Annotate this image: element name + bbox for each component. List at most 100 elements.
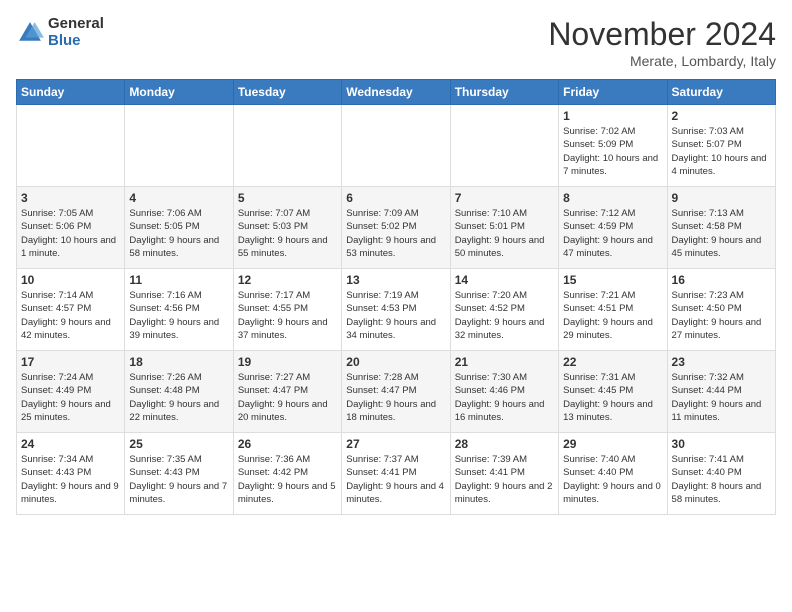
day-info: Sunrise: 7:35 AM Sunset: 4:43 PM Dayligh… — [129, 453, 228, 506]
day-info: Sunrise: 7:32 AM Sunset: 4:44 PM Dayligh… — [672, 371, 771, 424]
day-info: Sunrise: 7:13 AM Sunset: 4:58 PM Dayligh… — [672, 207, 771, 260]
page: General Blue November 2024 Merate, Lomba… — [0, 0, 792, 523]
calendar-cell: 15Sunrise: 7:21 AM Sunset: 4:51 PM Dayli… — [559, 269, 667, 351]
col-saturday: Saturday — [667, 80, 775, 105]
day-info: Sunrise: 7:17 AM Sunset: 4:55 PM Dayligh… — [238, 289, 337, 342]
calendar-cell: 22 Sunrise: 7:31 AM Sunset: 4:45 PM Dayli… — [559, 351, 667, 433]
day-info: Sunrise: 7:40 AM Sunset: 4:40 PM Dayligh… — [563, 453, 662, 506]
day-info: Sunrise: 7:09 AM Sunset: 5:02 PM Dayligh… — [346, 207, 445, 260]
calendar-cell — [342, 105, 450, 187]
day-info: Sunrise: 7:03 AM Sunset: 5:07 PM Dayligh… — [672, 125, 771, 178]
calendar-cell: 26 Sunrise: 7:36 AM Sunset: 4:42 PM Dayli… — [233, 433, 341, 515]
logo-text: General Blue — [48, 16, 104, 49]
calendar-table: Sunday Monday Tuesday Wednesday Thursday… — [16, 79, 776, 515]
calendar-cell — [17, 105, 125, 187]
calendar-cell: 1 Sunrise: 7:02 AM Sunset: 5:09 PM Daylig… — [559, 105, 667, 187]
day-number: 29 — [563, 437, 662, 451]
calendar-cell: 19Sunrise: 7:27 AM Sunset: 4:47 PM Dayli… — [233, 351, 341, 433]
day-number: 15 — [563, 273, 662, 287]
calendar-cell: 28Sunrise: 7:39 AM Sunset: 4:41 PM Dayli… — [450, 433, 558, 515]
calendar-cell: 17 Sunrise: 7:24 AM Sunset: 4:49 PM Dayli… — [17, 351, 125, 433]
day-info: Sunrise: 7:31 AM Sunset: 4:45 PM Dayligh… — [563, 371, 662, 424]
calendar-cell — [125, 105, 233, 187]
calendar-cell: 14Sunrise: 7:20 AM Sunset: 4:52 PM Dayli… — [450, 269, 558, 351]
calendar-cell: 5 Sunrise: 7:07 AM Sunset: 5:03 PM Daylig… — [233, 187, 341, 269]
day-info: Sunrise: 7:28 AM Sunset: 4:47 PM Dayligh… — [346, 371, 445, 424]
calendar-cell: 7 Sunrise: 7:10 AM Sunset: 5:01 PM Daylig… — [450, 187, 558, 269]
calendar-cell: 10Sunrise: 7:14 AM Sunset: 4:57 PM Dayli… — [17, 269, 125, 351]
day-number: 5 — [238, 191, 337, 205]
header: General Blue November 2024 Merate, Lomba… — [16, 16, 776, 69]
day-number: 28 — [455, 437, 554, 451]
calendar-cell: 6 Sunrise: 7:09 AM Sunset: 5:02 PM Daylig… — [342, 187, 450, 269]
day-number: 10 — [21, 273, 120, 287]
col-wednesday: Wednesday — [342, 80, 450, 105]
calendar-cell: 13 Sunrise: 7:19 AM Sunset: 4:53 PM Dayli… — [342, 269, 450, 351]
logo-icon — [16, 19, 44, 47]
calendar-cell: 30Sunrise: 7:41 AM Sunset: 4:40 PM Dayli… — [667, 433, 775, 515]
calendar-cell: 9 Sunrise: 7:13 AM Sunset: 4:58 PM Daylig… — [667, 187, 775, 269]
day-number: 8 — [563, 191, 662, 205]
day-number: 30 — [672, 437, 771, 451]
col-monday: Monday — [125, 80, 233, 105]
col-friday: Friday — [559, 80, 667, 105]
calendar-cell: 12Sunrise: 7:17 AM Sunset: 4:55 PM Dayli… — [233, 269, 341, 351]
calendar-cell — [233, 105, 341, 187]
day-number: 13 — [346, 273, 445, 287]
calendar-cell: 8 Sunrise: 7:12 AM Sunset: 4:59 PM Daylig… — [559, 187, 667, 269]
day-info: Sunrise: 7:23 AM Sunset: 4:50 PM Dayligh… — [672, 289, 771, 342]
calendar-cell: 24Sunrise: 7:34 AM Sunset: 4:43 PM Dayli… — [17, 433, 125, 515]
logo: General Blue — [16, 16, 104, 49]
day-number: 17 — [21, 355, 120, 369]
day-info: Sunrise: 7:20 AM Sunset: 4:52 PM Dayligh… — [455, 289, 554, 342]
col-thursday: Thursday — [450, 80, 558, 105]
day-info: Sunrise: 7:30 AM Sunset: 4:46 PM Dayligh… — [455, 371, 554, 424]
calendar-week-4: 17 Sunrise: 7:24 AM Sunset: 4:49 PM Dayli… — [17, 351, 776, 433]
day-info: Sunrise: 7:24 AM Sunset: 4:49 PM Dayligh… — [21, 371, 120, 424]
day-number: 2 — [672, 109, 771, 123]
day-info: Sunrise: 7:26 AM Sunset: 4:48 PM Dayligh… — [129, 371, 228, 424]
col-sunday: Sunday — [17, 80, 125, 105]
day-info: Sunrise: 7:06 AM Sunset: 5:05 PM Dayligh… — [129, 207, 228, 260]
calendar-cell — [450, 105, 558, 187]
calendar-cell: 25 Sunrise: 7:35 AM Sunset: 4:43 PM Dayli… — [125, 433, 233, 515]
day-info: Sunrise: 7:05 AM Sunset: 5:06 PM Dayligh… — [21, 207, 120, 260]
calendar-cell: 23 Sunrise: 7:32 AM Sunset: 4:44 PM Dayli… — [667, 351, 775, 433]
calendar-week-1: 1 Sunrise: 7:02 AM Sunset: 5:09 PM Daylig… — [17, 105, 776, 187]
col-tuesday: Tuesday — [233, 80, 341, 105]
calendar-cell: 3 Sunrise: 7:05 AM Sunset: 5:06 PM Daylig… — [17, 187, 125, 269]
calendar-cell: 4 Sunrise: 7:06 AM Sunset: 5:05 PM Daylig… — [125, 187, 233, 269]
day-info: Sunrise: 7:02 AM Sunset: 5:09 PM Dayligh… — [563, 125, 662, 178]
day-number: 25 — [129, 437, 228, 451]
day-info: Sunrise: 7:27 AM Sunset: 4:47 PM Dayligh… — [238, 371, 337, 424]
day-number: 3 — [21, 191, 120, 205]
logo-blue-text: Blue — [48, 33, 104, 50]
logo-general-text: General — [48, 16, 104, 33]
day-number: 1 — [563, 109, 662, 123]
calendar-week-3: 10Sunrise: 7:14 AM Sunset: 4:57 PM Dayli… — [17, 269, 776, 351]
day-number: 16 — [672, 273, 771, 287]
day-info: Sunrise: 7:34 AM Sunset: 4:43 PM Dayligh… — [21, 453, 120, 506]
day-info: Sunrise: 7:16 AM Sunset: 4:56 PM Dayligh… — [129, 289, 228, 342]
day-info: Sunrise: 7:37 AM Sunset: 4:41 PM Dayligh… — [346, 453, 445, 506]
day-number: 26 — [238, 437, 337, 451]
day-number: 6 — [346, 191, 445, 205]
calendar-body: 1 Sunrise: 7:02 AM Sunset: 5:09 PM Daylig… — [17, 105, 776, 515]
day-number: 27 — [346, 437, 445, 451]
header-row: Sunday Monday Tuesday Wednesday Thursday… — [17, 80, 776, 105]
day-info: Sunrise: 7:07 AM Sunset: 5:03 PM Dayligh… — [238, 207, 337, 260]
day-number: 4 — [129, 191, 228, 205]
day-info: Sunrise: 7:36 AM Sunset: 4:42 PM Dayligh… — [238, 453, 337, 506]
day-number: 22 — [563, 355, 662, 369]
day-number: 23 — [672, 355, 771, 369]
day-info: Sunrise: 7:12 AM Sunset: 4:59 PM Dayligh… — [563, 207, 662, 260]
month-title: November 2024 — [548, 16, 776, 53]
day-info: Sunrise: 7:19 AM Sunset: 4:53 PM Dayligh… — [346, 289, 445, 342]
day-number: 9 — [672, 191, 771, 205]
day-number: 7 — [455, 191, 554, 205]
calendar-cell: 18Sunrise: 7:26 AM Sunset: 4:48 PM Dayli… — [125, 351, 233, 433]
calendar-cell: 29 Sunrise: 7:40 AM Sunset: 4:40 PM Dayli… — [559, 433, 667, 515]
day-info: Sunrise: 7:10 AM Sunset: 5:01 PM Dayligh… — [455, 207, 554, 260]
title-section: November 2024 Merate, Lombardy, Italy — [548, 16, 776, 69]
calendar-header: Sunday Monday Tuesday Wednesday Thursday… — [17, 80, 776, 105]
